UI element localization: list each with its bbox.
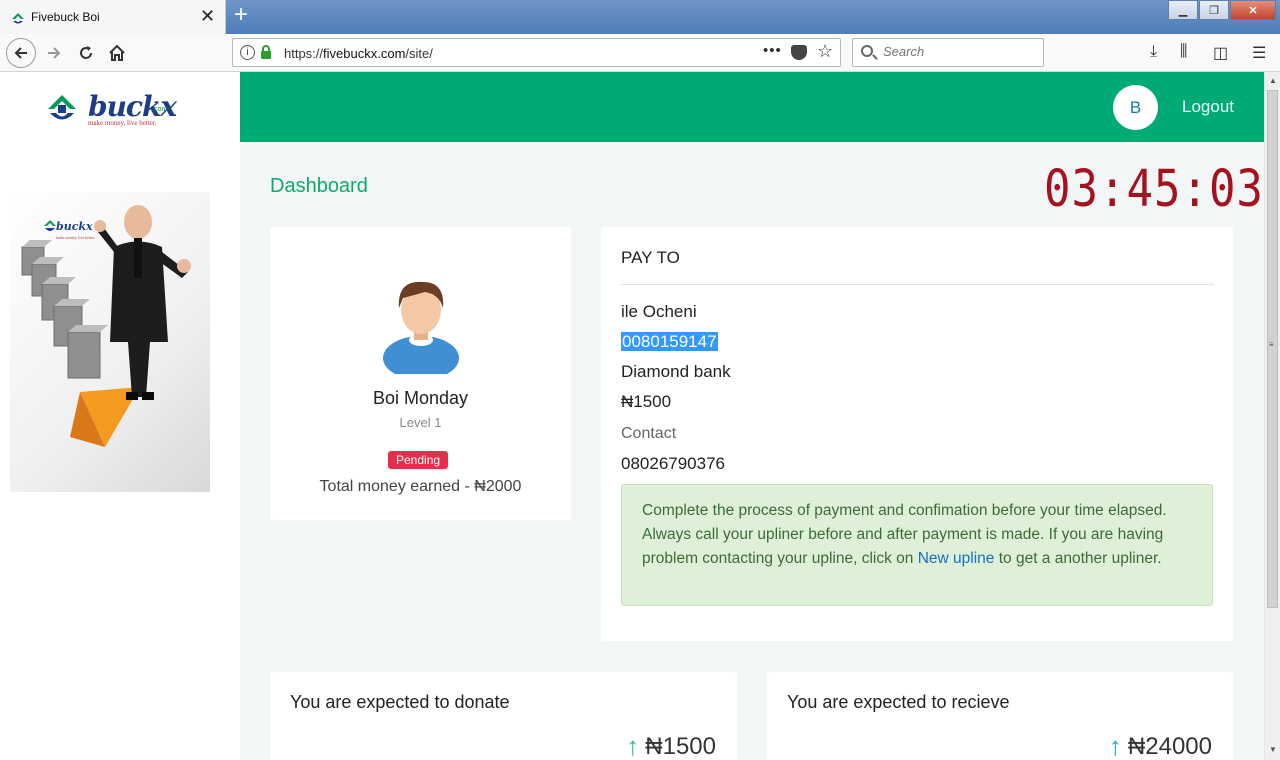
scroll-grip-icon: ≡ [1269, 340, 1274, 349]
back-button[interactable] [6, 38, 36, 68]
status-badge: Pending [388, 451, 449, 469]
payment-notice: Complete the process of payment and conf… [621, 484, 1213, 606]
info-icon[interactable]: i [240, 45, 255, 60]
lock-icon [261, 45, 271, 59]
svg-text:buckx: buckx [56, 220, 93, 233]
pocket-icon[interactable] [791, 45, 807, 60]
site-logo[interactable]: buckx .com make money, live better. [44, 90, 194, 130]
recieve-value-row: ↑ ₦24000 [1109, 731, 1212, 760]
vertical-scrollbar[interactable]: ▲ ≡ ▼ [1264, 72, 1280, 760]
payee-name: ile Ocheni [621, 302, 697, 321]
page-title: Dashboard [270, 175, 368, 197]
window-controls: ▁ ❐ ✕ [1167, 0, 1276, 20]
payment-amount: ₦1500 [621, 392, 672, 411]
downloads-icon[interactable]: ⤓ [1150, 43, 1157, 61]
forward-button[interactable] [40, 40, 68, 66]
account-number-row: 0080159147 [621, 332, 718, 352]
account-number[interactable]: 0080159147 [621, 332, 718, 351]
contact-label: Contact [621, 425, 677, 442]
bank-name: Diamond bank [621, 362, 731, 381]
sidebar: buckx .com make money, live better. buck… [0, 72, 240, 760]
browser-titlebar: Fivebuck Boi ✕ + ▁ ❐ ✕ [0, 0, 1280, 34]
top-header: B Logout [240, 72, 1264, 142]
donate-value-row: ↑ ₦1500 [626, 731, 716, 760]
forward-arrow-icon [48, 47, 61, 59]
countdown-timer: 03:45:035 [1044, 160, 1264, 220]
timer-main: 03:45:03 [1044, 160, 1264, 219]
recieve-card: You are expected to recieve ↑ ₦24000 [767, 672, 1233, 760]
buckx-favicon-icon [12, 13, 24, 24]
close-tab-icon[interactable]: ✕ [200, 7, 215, 25]
user-avatar-icon [383, 281, 459, 374]
profile-level: Level 1 [399, 415, 442, 430]
scroll-down-icon[interactable]: ▼ [1269, 745, 1277, 754]
recieve-value: ₦24000 [1127, 732, 1212, 760]
minimize-icon[interactable]: ▁ [1168, 0, 1198, 20]
user-avatar[interactable]: B [1113, 85, 1158, 130]
scroll-thumb[interactable] [1267, 90, 1278, 608]
hamburger-menu-icon[interactable]: ☰ [1252, 43, 1266, 63]
donate-value: ₦1500 [645, 732, 716, 760]
restore-icon[interactable]: ❐ [1199, 0, 1229, 20]
reload-button[interactable] [72, 40, 100, 66]
url-text[interactable]: https://fivebuckx.com/site/ [284, 46, 433, 61]
logout-link[interactable]: Logout [1182, 97, 1234, 117]
promo-image: buckx make money, live better. [10, 192, 210, 492]
close-window-icon[interactable]: ✕ [1230, 0, 1276, 20]
divider [621, 284, 1214, 285]
search-icon [861, 45, 873, 57]
recieve-label: You are expected to recieve [787, 692, 1010, 712]
browser-navbar: i https://fivebuckx.com/site/ ••• ☆ ⤓ ⫼ … [0, 34, 1280, 72]
sidebar-toggle-icon[interactable]: ◫ [1213, 43, 1228, 63]
search-input[interactable] [883, 44, 1033, 59]
logo-com: .com [152, 106, 168, 113]
profile-card: Boi Monday Level 1 Pending Total money e… [270, 227, 571, 520]
home-button[interactable] [103, 40, 131, 66]
new-tab-button[interactable]: + [230, 3, 252, 28]
page-actions-menu-icon[interactable]: ••• [763, 42, 782, 59]
notice-tail: to get a another upliner. [998, 550, 1162, 567]
new-upline-link[interactable]: New upline [918, 550, 995, 567]
browser-tab[interactable]: Fivebuck Boi ✕ [0, 0, 226, 34]
back-arrow-icon [14, 47, 27, 59]
pay-to-heading: PAY TO [621, 248, 680, 267]
contact-number: 08026790376 [621, 454, 726, 473]
home-icon [109, 44, 125, 61]
bookmark-star-icon[interactable]: ☆ [817, 41, 833, 62]
page-viewport: buckx .com make money, live better. buck… [0, 72, 1264, 760]
library-icon[interactable]: ⫼ [1180, 43, 1187, 61]
address-bar[interactable]: i https://fivebuckx.com/site/ ••• ☆ [232, 38, 841, 67]
reload-icon [80, 46, 92, 59]
donate-label: You are expected to donate [290, 692, 510, 712]
promo-illustration: buckx make money, live better. [21, 205, 191, 447]
donate-card: You are expected to donate ↑ ₦1500 [270, 672, 737, 760]
logo-tagline: make money, live better. [88, 119, 157, 127]
total-earned: Total money earned - ₦2000 [319, 478, 522, 495]
logo-mark-icon [48, 95, 76, 120]
tab-title: Fivebuck Boi [31, 10, 100, 24]
pay-to-card: PAY TO ile Ocheni 0080159147 Diamond ban… [601, 227, 1233, 641]
search-box[interactable] [852, 38, 1044, 67]
svg-text:make money, live better.: make money, live better. [56, 235, 95, 241]
profile-name: Boi Monday [372, 388, 469, 408]
scroll-up-icon[interactable]: ▲ [1269, 76, 1277, 85]
arrow-up-icon: ↑ [1108, 731, 1122, 760]
arrow-up-icon: ↑ [626, 731, 640, 760]
